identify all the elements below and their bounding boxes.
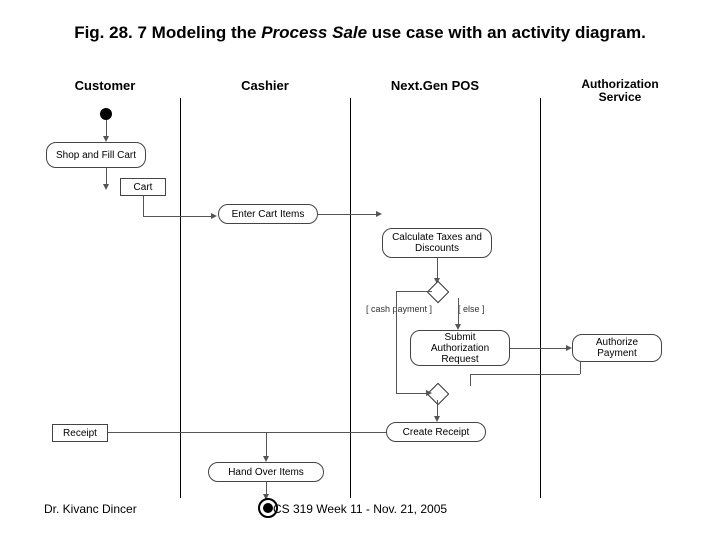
figure-title: Fig. 28. 7 Modeling the Process Sale use…: [0, 22, 720, 43]
lane-auth: Authorization Service: [560, 78, 680, 104]
edge: [396, 291, 397, 393]
edge: [470, 374, 471, 386]
arrowhead: [426, 390, 432, 396]
lane-divider-3: [540, 98, 541, 498]
edge: [580, 362, 581, 374]
activity-hand-over: Hand Over Items: [208, 462, 324, 482]
edge: [266, 432, 267, 458]
guard-cash: [ cash payment ]: [366, 304, 432, 314]
object-receipt: Receipt: [52, 424, 108, 442]
edge: [510, 348, 568, 349]
activity-submit-auth: Submit Authorization Request: [410, 330, 510, 366]
arrowhead: [211, 213, 217, 219]
decision-payment: [427, 281, 450, 304]
edge: [396, 393, 430, 394]
edge: [318, 214, 378, 215]
edge: [100, 432, 386, 433]
edge: [437, 258, 438, 280]
lane-customer: Customer: [50, 78, 160, 93]
lane-divider-2: [350, 98, 351, 498]
activity-shop-fill-cart: Shop and Fill Cart: [46, 142, 146, 168]
lane-pos: Next.Gen POS: [375, 78, 495, 93]
guard-else: [ else ]: [458, 304, 485, 314]
arrowhead: [103, 184, 109, 190]
activity-authorize: Authorize Payment: [572, 334, 662, 362]
title-suffix: use case with an activity diagram.: [367, 23, 646, 42]
lane-divider-1: [180, 98, 181, 498]
title-prefix: Fig. 28. 7 Modeling the: [74, 23, 261, 42]
object-cart: Cart: [120, 178, 166, 196]
edge: [470, 374, 580, 375]
swimlane-area: Customer Cashier Next.Gen POS Authorizat…: [40, 78, 680, 498]
activity-enter-cart: Enter Cart Items: [218, 204, 318, 224]
edge: [143, 196, 144, 216]
activity-create-receipt: Create Receipt: [386, 422, 486, 442]
lane-cashier: Cashier: [215, 78, 315, 93]
title-italic: Process Sale: [261, 23, 367, 42]
initial-node: [100, 108, 112, 120]
activity-calc-taxes: Calculate Taxes and Discounts: [382, 228, 492, 258]
arrowhead: [376, 211, 382, 217]
edge: [396, 291, 432, 292]
edge: [458, 298, 459, 326]
footer-course: CS 319 Week 11 - Nov. 21, 2005: [0, 502, 720, 516]
edge: [143, 216, 213, 217]
